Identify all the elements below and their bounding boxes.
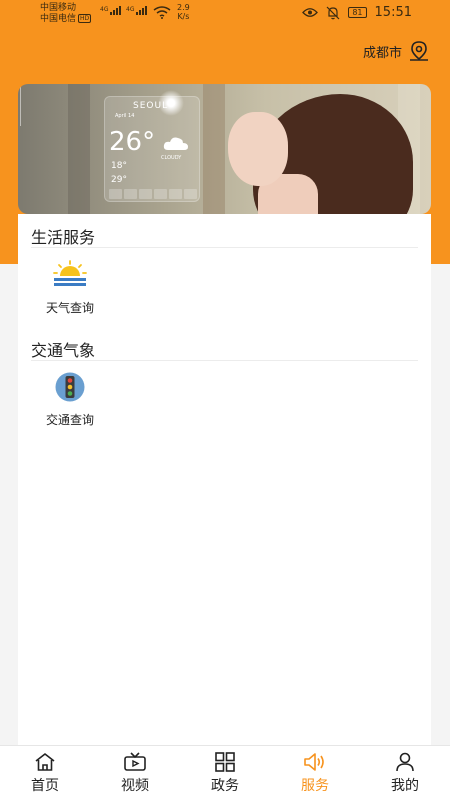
carrier-2: 中国电信: [40, 14, 77, 24]
location-selector[interactable]: 成都市: [363, 40, 430, 62]
portrait-face: [228, 112, 288, 186]
traffic-query-button[interactable]: 交通查询: [30, 372, 110, 428]
divider: [31, 360, 418, 361]
bottom-navigation: 首页 视频 政务 服务 我的: [0, 745, 450, 800]
divider: [31, 247, 418, 248]
bell-off-icon: [326, 6, 340, 19]
banner-image[interactable]: SEOUL April 14 26° CLOUDY 18° 29°: [18, 84, 431, 214]
section-title-life-services: 生活服务: [31, 228, 96, 247]
signal-icon: 4G: [100, 6, 122, 15]
weather-widget-graphic: SEOUL April 14 26° CLOUDY 18° 29°: [104, 96, 200, 202]
nav-services[interactable]: 服务: [270, 746, 360, 800]
hd-badge: HD: [78, 14, 92, 23]
weather-query-label: 天气查询: [45, 301, 94, 315]
signal-icon-2: 4G: [126, 6, 148, 15]
tv-icon: [124, 752, 146, 771]
speaker-icon: [304, 753, 324, 771]
wifi-icon: [153, 6, 171, 19]
nav-government[interactable]: 政务: [180, 746, 270, 800]
nav-video[interactable]: 视频: [90, 746, 180, 800]
user-icon: [396, 752, 414, 772]
location-label: 成都市: [362, 45, 402, 61]
cloud-icon: [163, 137, 188, 150]
map-pin-icon: [410, 41, 428, 61]
traffic-light-icon: [55, 372, 85, 402]
grid-icon: [215, 752, 235, 772]
home-icon: [35, 753, 55, 771]
section-title-traffic-weather: 交通气象: [31, 341, 96, 360]
nav-profile[interactable]: 我的: [360, 746, 450, 800]
eye-icon: [302, 8, 319, 17]
sunrise-weather-icon: [53, 260, 87, 286]
status-bar: 中国移动 中国电信 HD 4G 4G 2.9 K/s 81 15:51: [0, 0, 450, 28]
traffic-query-label: 交通查询: [45, 413, 94, 427]
status-time: 15:51: [374, 5, 412, 20]
weather-query-button[interactable]: 天气查询: [30, 260, 110, 316]
network-speed: 2.9 K/s: [177, 3, 190, 21]
carrier-1: 中国移动: [40, 3, 77, 13]
services-card: 生活服务 天气查询 交通气象 交通查询: [18, 214, 431, 746]
battery-indicator: 81: [348, 7, 367, 18]
carrier-info: 中国移动 中国电信 HD: [40, 3, 92, 25]
nav-home[interactable]: 首页: [0, 746, 90, 800]
